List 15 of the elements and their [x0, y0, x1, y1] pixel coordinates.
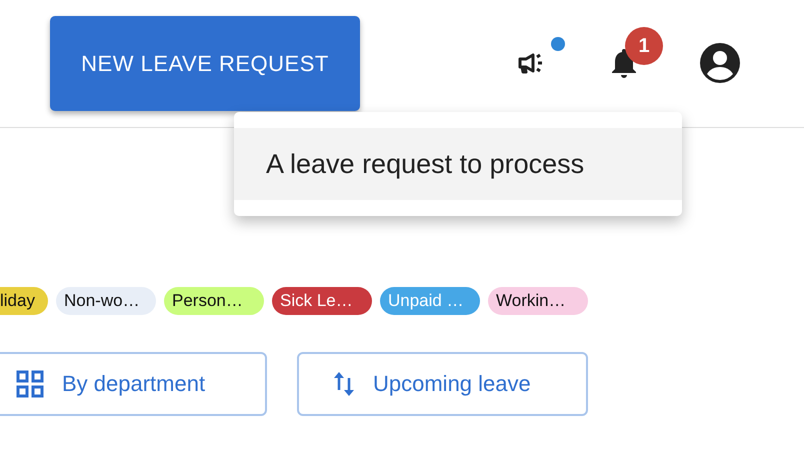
leave-type-chip: Non-wo…	[56, 287, 156, 315]
account-icon[interactable]	[699, 42, 741, 84]
leave-type-chip: Workin…	[488, 287, 588, 315]
leave-type-chip: Unpaid …	[380, 287, 480, 315]
bell-icon[interactable]	[609, 47, 639, 79]
by-department-button[interactable]: By department	[0, 352, 267, 416]
leave-type-chip: Person…	[164, 287, 264, 315]
sort-arrows-icon	[333, 370, 355, 398]
notification-count: 1	[625, 27, 663, 65]
leave-type-chip: liday	[0, 287, 48, 315]
grid-icon	[16, 370, 44, 398]
leave-type-chip: Sick Le…	[272, 287, 372, 315]
menu-item[interactable]: A leave request to process	[234, 128, 682, 200]
new-leave-request-button[interactable]: NEW LEAVE REQUEST	[50, 16, 360, 111]
upcoming-leave-button[interactable]: Upcoming leave	[297, 352, 588, 416]
